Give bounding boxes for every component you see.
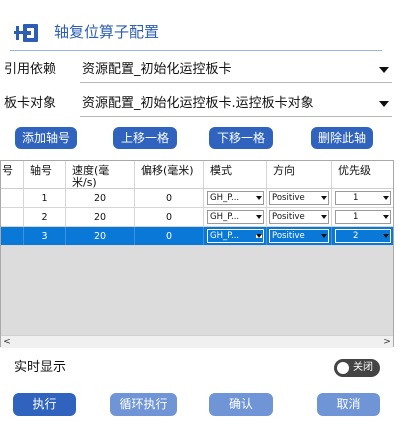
direction-select-value: Positive (272, 231, 305, 241)
speed-cell[interactable]: 20 (66, 189, 135, 207)
chevron-down-icon (256, 215, 262, 219)
priority-cell: 2 (332, 227, 393, 245)
board-object-underline (80, 116, 392, 117)
ref-dependency-underline (80, 82, 392, 83)
axis-cell[interactable]: 1 (24, 189, 66, 207)
ref-dependency-dropdown-icon[interactable] (379, 67, 389, 73)
chevron-down-icon (256, 234, 262, 238)
direction-select-value: Positive (272, 193, 305, 203)
offset-cell[interactable]: 0 (135, 189, 204, 207)
move-up-button[interactable]: 上移一格 (113, 127, 177, 149)
ref-dependency-label: 引用依赖 (4, 62, 57, 77)
column-header-axis: 轴号 (24, 161, 66, 188)
direction-cell: Positive (267, 208, 332, 226)
page-title: 轴复位算子配置 (54, 23, 160, 41)
direction-select[interactable]: Positive (269, 191, 329, 205)
priority-select-value: 1 (353, 193, 359, 203)
chevron-down-icon (256, 196, 262, 200)
table-row[interactable]: 2 20 0 GH_P... Positive 1 (1, 208, 393, 227)
loop-execute-button[interactable]: 循环执行 (110, 393, 177, 416)
add-axis-button[interactable]: 添加轴号 (15, 127, 77, 149)
mode-select-value: GH_P... (210, 193, 240, 203)
priority-select[interactable]: 1 (335, 210, 391, 224)
mode-select[interactable]: GH_P... (207, 229, 264, 243)
mode-select-value: GH_P... (210, 231, 240, 241)
operator-icon (14, 20, 40, 46)
chevron-down-icon (383, 196, 389, 200)
row-index-cell (1, 227, 24, 245)
realtime-display-toggle[interactable]: 关闭 (334, 359, 380, 377)
column-header-index: 号 (1, 161, 24, 188)
realtime-display-label: 实时显示 (14, 360, 67, 375)
chevron-down-icon (321, 234, 327, 238)
column-header-offset: 偏移(毫米) (135, 161, 204, 188)
confirm-button[interactable]: 确认 (209, 393, 273, 416)
board-object-value[interactable]: 资源配置_初始化运控板卡.运控板卡对象 (82, 95, 314, 113)
board-object-label: 板卡对象 (4, 96, 57, 111)
priority-select-value: 2 (353, 231, 359, 241)
column-header-priority: 优先级 (338, 164, 371, 177)
table-horizontal-scrollbar[interactable]: < > (1, 335, 393, 348)
axis-cell[interactable]: 3 (24, 227, 66, 245)
table-row-selected[interactable]: 3 20 0 GH_P... Positive 2 (1, 227, 393, 246)
priority-select[interactable]: 1 (335, 191, 391, 205)
direction-cell: Positive (267, 227, 332, 245)
chevron-down-icon (383, 215, 389, 219)
mode-select[interactable]: GH_P... (207, 191, 264, 205)
board-object-dropdown-icon[interactable] (379, 101, 389, 107)
offset-cell[interactable]: 0 (135, 208, 204, 226)
scroll-right-icon[interactable]: > (381, 336, 393, 348)
column-header-mode: 模式 (204, 161, 267, 188)
speed-cell[interactable]: 20 (66, 227, 135, 245)
chevron-down-icon (321, 215, 327, 219)
row-index-cell (1, 208, 24, 226)
speed-cell[interactable]: 20 (66, 208, 135, 226)
delete-axis-button[interactable]: 删除此轴 (311, 127, 373, 149)
priority-select[interactable]: 2 (335, 229, 391, 243)
chevron-down-icon (383, 234, 389, 238)
priority-cell: 1 (332, 189, 393, 207)
scroll-left-icon[interactable]: < (1, 336, 13, 348)
mode-select-value: GH_P... (210, 212, 240, 222)
ref-dependency-value[interactable]: 资源配置_初始化运控板卡 (82, 61, 232, 79)
direction-select[interactable]: Positive (269, 210, 329, 224)
mode-cell: GH_P... (204, 208, 267, 226)
chevron-down-icon (321, 196, 327, 200)
axis-cell[interactable]: 2 (24, 208, 66, 226)
axis-table[interactable]: 号 轴号 速度(毫米/s) 偏移(毫米) 模式 方向 优先级 1 20 0 GH… (0, 160, 394, 347)
mode-cell: GH_P... (204, 189, 267, 207)
column-header-speed: 速度(毫米/s) (66, 161, 135, 188)
table-header: 号 轴号 速度(毫米/s) 偏移(毫米) 模式 方向 优先级 (1, 161, 393, 189)
offset-cell[interactable]: 0 (135, 227, 204, 245)
priority-select-value: 1 (353, 212, 359, 222)
direction-select-value: Positive (272, 212, 305, 222)
column-header-direction: 方向 (267, 161, 332, 188)
toggle-state-text: 关闭 (353, 362, 373, 373)
priority-cell: 1 (332, 208, 393, 226)
mode-select[interactable]: GH_P... (207, 210, 264, 224)
toggle-knob (337, 362, 349, 374)
title-divider (10, 50, 382, 51)
mode-cell: GH_P... (204, 227, 267, 245)
direction-select[interactable]: Positive (269, 229, 329, 243)
move-down-button[interactable]: 下移一格 (209, 127, 273, 149)
execute-button[interactable]: 执行 (13, 393, 76, 416)
table-row[interactable]: 1 20 0 GH_P... Positive 1 (1, 189, 393, 208)
row-index-cell (1, 189, 24, 207)
cancel-button[interactable]: 取消 (317, 393, 380, 416)
direction-cell: Positive (267, 189, 332, 207)
